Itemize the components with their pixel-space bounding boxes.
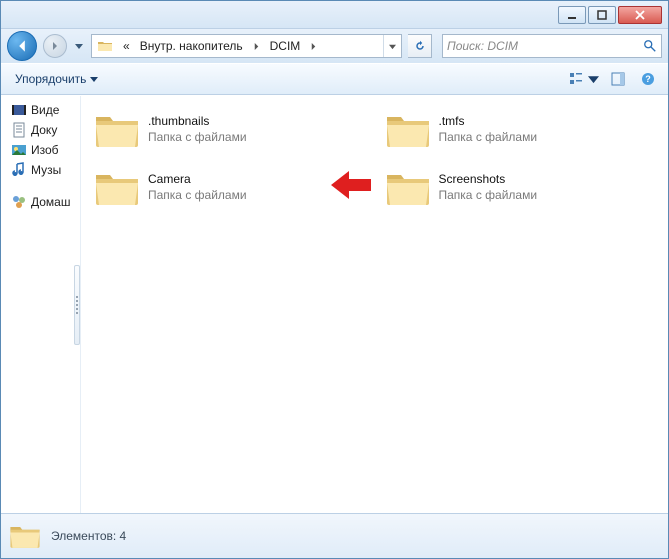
help-button[interactable]: ? (636, 68, 660, 90)
folder-name: .tmfs (439, 114, 538, 130)
folder-name: Screenshots (439, 172, 538, 188)
sidebar-item-label: Виде (31, 103, 59, 117)
folder-icon (9, 522, 41, 550)
sidebar-splitter[interactable] (74, 265, 80, 345)
sidebar-item-label: Доку (31, 123, 57, 137)
folder-icon (385, 169, 431, 207)
sidebar-item-homegroup[interactable]: Домаш (1, 192, 80, 212)
content-area: .thumbnails Папка с файлами .tmfs Папка … (81, 96, 668, 513)
chevron-right-icon[interactable] (248, 35, 265, 57)
folder-sub: Папка с файлами (148, 188, 247, 204)
sidebar-item-label: Домаш (31, 195, 71, 209)
toolbar: Упорядочить (1, 63, 668, 95)
red-arrow-icon (331, 171, 371, 199)
sidebar-item-pictures[interactable]: Изоб (1, 140, 80, 160)
view-mode-button[interactable] (564, 68, 588, 90)
body: Виде Доку Изоб Музы (1, 95, 668, 513)
address-dropdown[interactable] (383, 35, 401, 57)
sidebar-item-videos[interactable]: Виде (1, 100, 80, 120)
homegroup-icon (11, 194, 27, 210)
folder-name: .thumbnails (148, 114, 247, 130)
address-segment-1[interactable]: DCIM (265, 35, 306, 57)
preview-pane-button[interactable] (606, 68, 630, 90)
back-button[interactable] (7, 31, 37, 61)
address-segment-0[interactable]: Внутр. накопитель (135, 35, 248, 57)
refresh-button[interactable] (408, 34, 432, 58)
sidebar-item-music[interactable]: Музы (1, 160, 80, 180)
folder-icon (385, 111, 431, 149)
maximize-button[interactable] (588, 6, 616, 24)
film-icon (11, 102, 27, 118)
folder-item-screenshots[interactable]: Screenshots Папка с файлами (380, 164, 661, 212)
folder-sub: Папка с файлами (439, 188, 538, 204)
address-bar[interactable]: « Внутр. накопитель DCIM (91, 34, 402, 58)
navigation-pane: Виде Доку Изоб Музы (1, 96, 81, 513)
sidebar-item-documents[interactable]: Доку (1, 120, 80, 140)
folder-icon (94, 169, 140, 207)
status-bar: Элементов: 4 (1, 513, 668, 558)
titlebar (1, 1, 668, 29)
forward-button[interactable] (43, 34, 67, 58)
folder-icon (94, 111, 140, 149)
status-text: Элементов: 4 (51, 529, 126, 543)
address-prefix: « (123, 39, 130, 53)
folder-sub: Папка с файлами (439, 130, 538, 146)
chevron-left-icon[interactable]: « (118, 35, 135, 57)
history-dropdown[interactable] (73, 42, 85, 50)
folder-item-thumbnails[interactable]: .thumbnails Папка с файлами (89, 106, 370, 154)
svg-text:?: ? (645, 74, 651, 84)
address-root-icon[interactable] (92, 35, 118, 57)
folder-item-camera[interactable]: Camera Папка с файлами (89, 164, 370, 212)
chevron-right-icon[interactable] (305, 35, 322, 57)
search-input[interactable]: Поиск: DCIM (442, 34, 662, 58)
address-segment-label: DCIM (270, 39, 301, 53)
folder-grid: .thumbnails Папка с файлами .tmfs Папка … (89, 106, 660, 212)
sidebar-item-label: Музы (31, 163, 61, 177)
sidebar-item-label: Изоб (31, 143, 59, 157)
close-button[interactable] (618, 6, 662, 24)
view-mode-dropdown[interactable] (588, 68, 600, 90)
organize-label: Упорядочить (15, 72, 86, 86)
organize-button[interactable]: Упорядочить (9, 69, 104, 89)
music-icon (11, 162, 27, 178)
address-segment-label: Внутр. накопитель (140, 39, 243, 53)
folder-item-tmfs[interactable]: .tmfs Папка с файлами (380, 106, 661, 154)
folder-name: Camera (148, 172, 247, 188)
folder-sub: Папка с файлами (148, 130, 247, 146)
doc-icon (11, 122, 27, 138)
search-icon (643, 39, 657, 53)
explorer-window: « Внутр. накопитель DCIM Поиск: DCIM (0, 0, 669, 559)
search-placeholder: Поиск: DCIM (447, 39, 518, 53)
pic-icon (11, 142, 27, 158)
chevron-down-icon (90, 75, 98, 83)
minimize-button[interactable] (558, 6, 586, 24)
navigation-row: « Внутр. накопитель DCIM Поиск: DCIM (1, 29, 668, 63)
